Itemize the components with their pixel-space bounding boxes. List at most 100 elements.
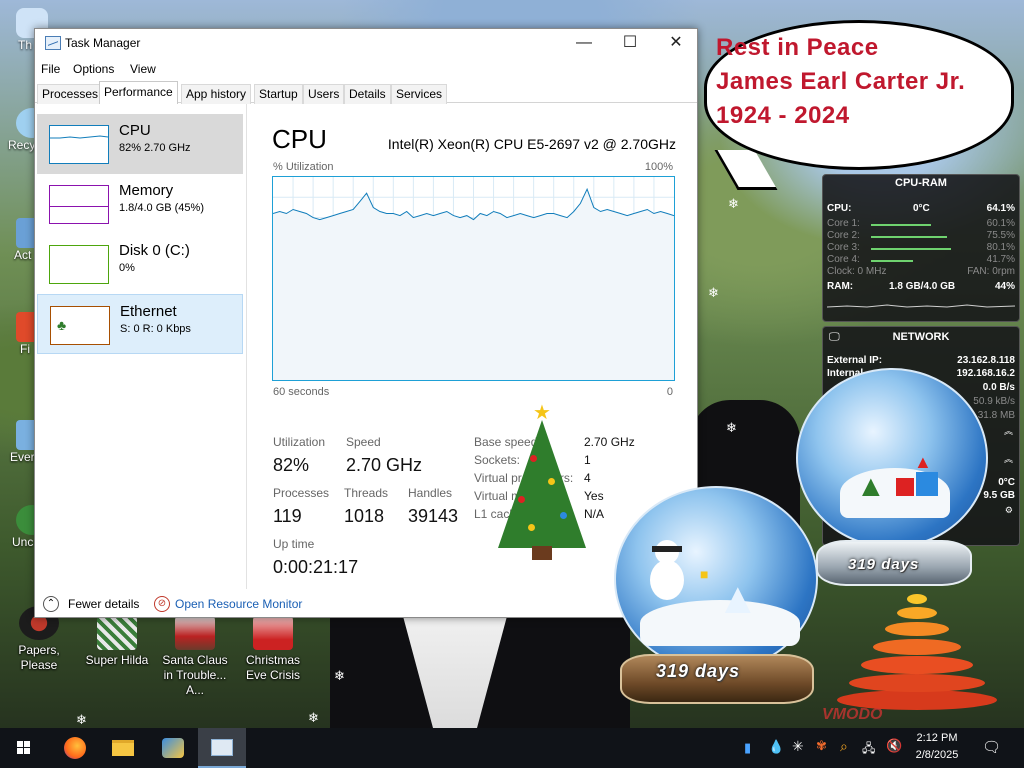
watermark-text: VMODO (822, 706, 883, 723)
gadget-ram-value: 1.8 GB/4.0 GB (889, 281, 956, 292)
desktop-icon-christmas-eve[interactable]: Christmas Eve Crisis (236, 616, 310, 683)
sidebar-item-disk[interactable]: Disk 0 (C:) 0% (37, 234, 243, 294)
gift-icon (896, 478, 914, 496)
santa-hat-icon: ▲ (914, 452, 932, 472)
search-icon[interactable]: ⌕ (840, 738, 848, 755)
uptime-label: Up time (273, 537, 315, 551)
sidebar-item-memory[interactable]: Memory 1.8/4.0 GB (45%) (37, 174, 243, 234)
gadget-core-row: Core 3: 80.1% (827, 242, 1015, 254)
task-manager-taskbar-button[interactable] (198, 728, 246, 768)
gadget-cpu-value: 64.1% (986, 203, 1015, 214)
chevron-up-icon[interactable]: ︽ (1004, 452, 1013, 465)
core-value: 80.1% (986, 242, 1015, 253)
handles-label: Handles (408, 486, 453, 500)
desktop-icon-label: Unc (12, 535, 34, 549)
desktop-icon-label: Super Hilda (85, 653, 149, 667)
desktop-icon-label: Fi (20, 342, 30, 356)
processes-value: 119 (273, 506, 302, 526)
snowflake-icon: ❄ (76, 712, 87, 727)
net-size: 9.5 GB (983, 490, 1015, 501)
menu-bar: File Options View (35, 59, 697, 81)
open-resource-monitor-link[interactable]: Open Resource Monitor (175, 597, 302, 611)
gadget-title: CPU-RAM (895, 177, 947, 189)
core-value: 41.7% (986, 254, 1015, 265)
volume-muted-icon[interactable]: 🔇 (886, 738, 902, 754)
core-value: 60.1% (986, 218, 1015, 229)
gadget-fan: FAN: 0rpm (967, 266, 1015, 277)
menu-file[interactable]: File (41, 62, 60, 76)
net-temp: 0°C (998, 477, 1015, 488)
desktop-icon-label: Recy (8, 138, 36, 152)
sidebar-item-name: Ethernet (120, 303, 177, 320)
menu-options[interactable]: Options (73, 62, 114, 76)
sidebar-item-detail: 0% (119, 262, 135, 274)
gear-icon[interactable]: ⚙ (1005, 505, 1013, 516)
sidebar-item-detail: 82% 2.70 GHz (119, 142, 191, 154)
maximize-button[interactable]: ☐ (607, 29, 653, 59)
desktop-icon-label: Ever (10, 450, 35, 464)
cpu-utilization-graph (272, 176, 675, 381)
core-bar (871, 260, 913, 262)
gadget-clock-row: Clock: 0 MHz FAN: 0rpm (827, 266, 1015, 278)
menu-view[interactable]: View (130, 62, 156, 76)
sidebar-item-detail: 1.8/4.0 GB (45%) (119, 202, 204, 214)
notification-icon[interactable]: 🗨 (982, 738, 1001, 756)
sidebar-item-ethernet[interactable]: ♣ Ethernet S: 0 R: 0 Kbps (37, 294, 243, 354)
start-button[interactable] (0, 728, 48, 768)
star-icon: ★ (533, 402, 551, 424)
tray-app-icon[interactable]: ✾ (816, 738, 827, 754)
tray-app-icon[interactable]: ▮ (744, 740, 751, 756)
sidebar-item-cpu[interactable]: CPU 82% 2.70 GHz (37, 114, 243, 174)
gadget-cpu-row: CPU: 0°C 64.1% (827, 203, 1015, 215)
chevron-up-icon[interactable]: ︽ (1004, 424, 1013, 437)
tab-processes[interactable]: Processes (37, 84, 104, 104)
clock-time[interactable]: 2:12 PM (906, 732, 968, 744)
tab-startup[interactable]: Startup (254, 84, 303, 104)
gadget-title: NETWORK (892, 331, 950, 343)
core-label: Core 1: (827, 218, 860, 229)
fewer-details-link[interactable]: Fewer details (68, 597, 139, 611)
net-value: 0.0 B/s (982, 382, 1015, 393)
cpu-ram-gadget[interactable]: CPU-RAM CPU: 0°C 64.1% Core 1: 60.1% Cor… (822, 174, 1020, 322)
app-icon (162, 738, 184, 758)
performance-sidebar: CPU 82% 2.70 GHz Memory 1.8/4.0 GB (45%)… (35, 104, 247, 589)
tab-services[interactable]: Services (391, 84, 448, 104)
tab-users[interactable]: Users (303, 84, 345, 104)
file-explorer-taskbar-button[interactable] (98, 728, 146, 768)
firefox-taskbar-button[interactable] (50, 728, 98, 768)
handles-value: 39143 (408, 506, 459, 526)
gadget-ram-row: RAM: 1.8 GB/4.0 GB 44% (827, 281, 1015, 293)
sparkle-icon[interactable]: ✳ (792, 738, 804, 755)
close-button[interactable]: ✕ (653, 29, 699, 59)
net-value: 31.8 MB (977, 410, 1015, 421)
title-bar[interactable]: Task Manager — ☐ ✕ (35, 29, 697, 59)
tree-icon: ▲ (716, 574, 760, 623)
tree-icon: ▲ (856, 470, 886, 503)
water-drop-icon[interactable]: 💧 (768, 739, 784, 755)
window-title: Task Manager (65, 36, 141, 50)
desktop-icon-santa-claus[interactable]: Santa Claus in Trouble... A... (158, 616, 232, 698)
tab-details[interactable]: Details (344, 84, 391, 104)
folder-icon (112, 740, 134, 756)
desktop-icon-super-hilda[interactable]: Super Hilda (80, 616, 154, 668)
cpu-thumbnail-graph (49, 125, 109, 164)
minimize-button[interactable]: — (561, 29, 607, 59)
tab-app-history[interactable]: App history (181, 84, 252, 104)
core-label: Core 3: (827, 242, 860, 253)
gadget-ram-percent: 44% (994, 281, 1015, 292)
detail-value-virtual-machine: Yes (584, 489, 604, 503)
desktop-icon-label: Th (18, 38, 33, 52)
clock-date[interactable]: 2/8/2025 (906, 749, 968, 761)
core-bar (871, 248, 951, 250)
days-counter-right: 319 days (848, 556, 920, 573)
tab-bar: Processes Performance App history Startu… (35, 81, 697, 104)
gadget-core-row: Core 1: 60.1% (827, 218, 1015, 230)
gadget-ram-label: RAM: (827, 281, 854, 292)
tab-performance[interactable]: Performance (99, 81, 178, 104)
chevron-up-icon[interactable]: ⌃ (43, 596, 59, 612)
snowflake-icon: ❄ (708, 285, 719, 300)
detail-value-l1-cache: N/A (584, 507, 605, 521)
network-icon[interactable]: 🖧 (862, 739, 875, 760)
people-taskbar-button[interactable] (148, 728, 196, 768)
threads-value: 1018 (344, 506, 385, 526)
